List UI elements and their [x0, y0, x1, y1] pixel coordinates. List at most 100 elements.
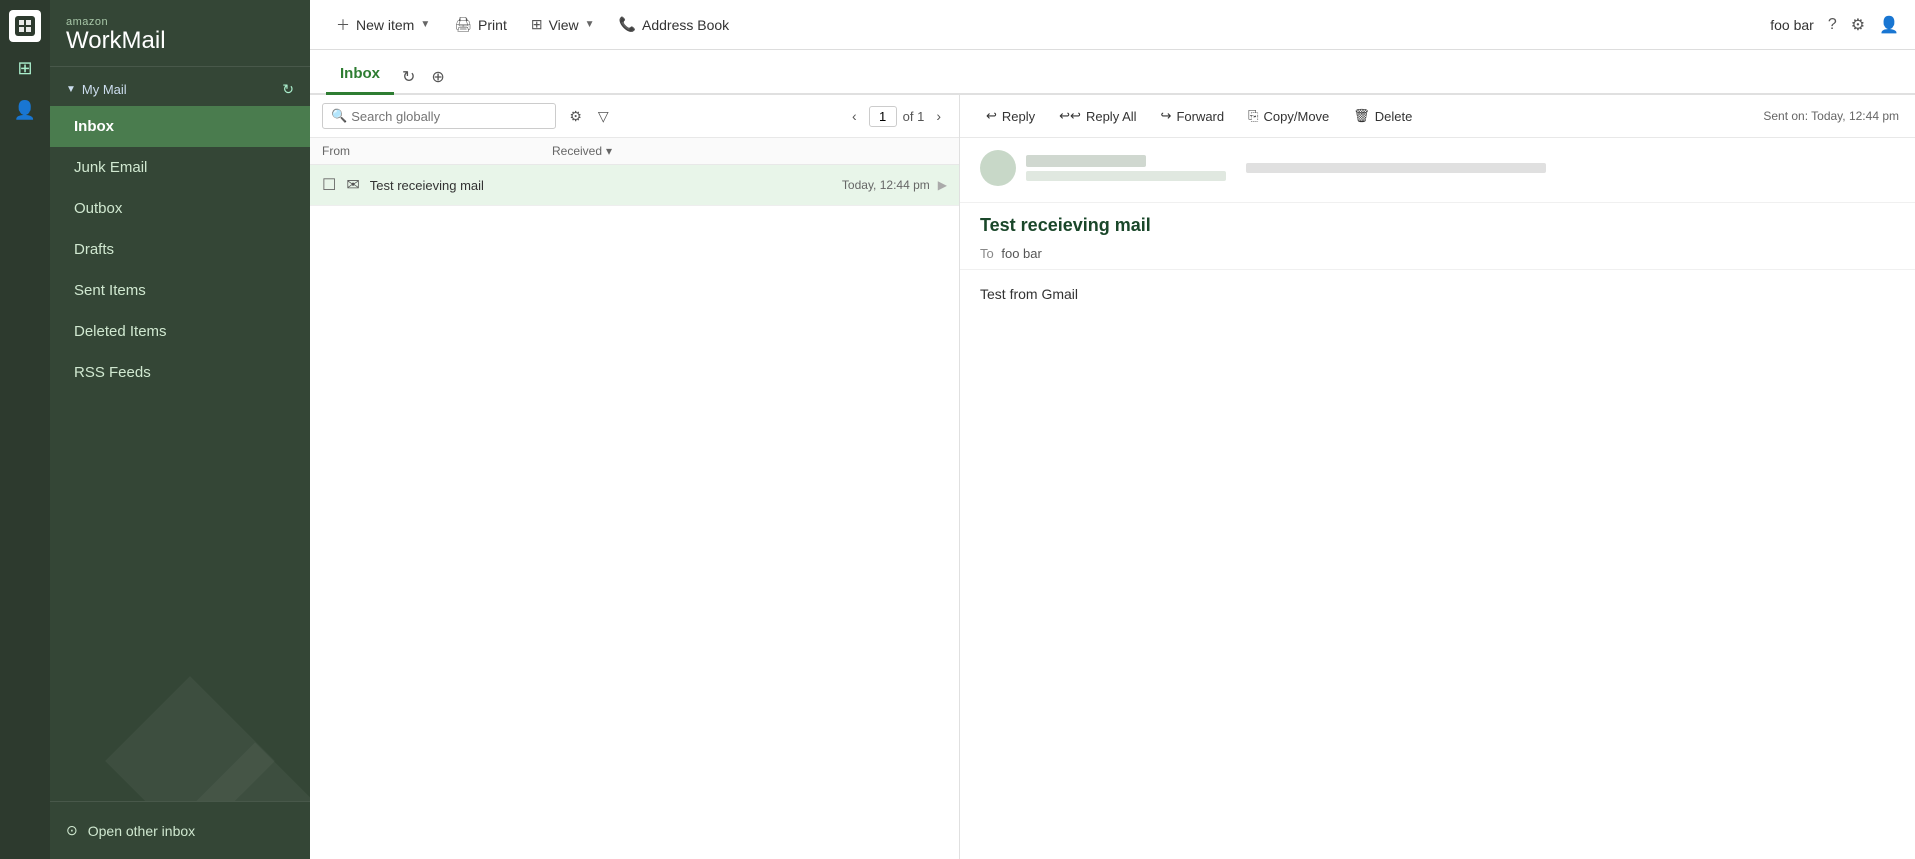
print-button[interactable]: 🖨 Print [444, 10, 517, 39]
next-page-button[interactable]: › [930, 106, 947, 126]
username-label: foo bar [1770, 17, 1814, 33]
tab-inbox[interactable]: Inbox [326, 55, 394, 95]
forward-button[interactable]: ↪ Forward [1151, 103, 1235, 129]
open-other-inbox[interactable]: ⊙ Open other inbox [66, 818, 294, 843]
help-icon[interactable]: ? [1828, 16, 1837, 34]
email-list-panel: 🔍 ⚙ ▽ ‹ of 1 › [310, 95, 960, 859]
address-book-label: Address Book [642, 17, 729, 33]
filter-settings-icon[interactable]: ⚙ [564, 105, 587, 128]
sidebar-item-deleted[interactable]: Deleted Items [50, 311, 310, 352]
sidebar-item-drafts[interactable]: Drafts [50, 229, 310, 270]
page-total: of 1 [903, 109, 925, 124]
decorative-pattern [50, 641, 310, 801]
preview-to: To foo bar [960, 242, 1915, 270]
settings-icon[interactable]: ⚙ [1851, 15, 1865, 35]
from-header: From [322, 144, 552, 158]
sender-email-blurred [1026, 171, 1226, 181]
new-item-label: New item [356, 17, 414, 33]
brand-workmail: WorkMail [66, 28, 294, 54]
email-checkbox[interactable]: ☐ [322, 175, 336, 195]
email-body: Test from Gmail [960, 270, 1915, 318]
chevron-down-icon: ▼ [66, 84, 76, 95]
list-toolbar: 🔍 ⚙ ▽ ‹ of 1 › [310, 95, 959, 138]
inbox-icon: ⊙ [66, 822, 78, 839]
preview-avatar-row [980, 150, 1546, 186]
refresh-tab-button[interactable]: ↻ [394, 61, 423, 93]
table-row[interactable]: ☐ ✉ Test receieving mail Today, 12:44 pm… [310, 165, 959, 206]
my-mail-label: My Mail [82, 82, 127, 97]
sidebar-item-junk[interactable]: Junk Email [50, 147, 310, 188]
toolbar-user: foo bar ? ⚙ 👤 [1770, 15, 1899, 35]
prev-page-button[interactable]: ‹ [846, 106, 863, 126]
sort-icon: ▾ [606, 144, 612, 158]
reply-all-button[interactable]: ↩↩ Reply All [1049, 103, 1146, 129]
preview-sent-date: Sent on: Today, 12:44 pm [1763, 109, 1899, 123]
sidebar-footer: ⊙ Open other inbox [50, 801, 310, 859]
view-icon: ⊞ [531, 16, 543, 33]
open-other-inbox-label: Open other inbox [88, 823, 195, 839]
to-value: foo bar [1001, 246, 1041, 261]
sender-name-blurred [1026, 155, 1146, 167]
view-dropdown-icon: ▼ [585, 19, 595, 30]
preview-header [960, 138, 1915, 203]
filter-icon[interactable]: ▽ [593, 105, 614, 128]
forward-indicator-icon: ▶ [938, 178, 947, 192]
content-area: Inbox ↻ ⊕ 🔍 ⚙ ▽ [310, 50, 1915, 859]
email-from: Test receieving mail [370, 178, 570, 193]
app-logo [9, 10, 41, 42]
received-header[interactable]: Received ▾ [552, 144, 947, 158]
search-input[interactable] [351, 109, 547, 124]
view-label: View [549, 17, 579, 33]
sidebar-nav: Inbox Junk Email Outbox Drafts Sent Item… [50, 106, 310, 641]
add-tab-button[interactable]: ⊕ [423, 61, 452, 93]
toolbar: ＋ New item ▼ 🖨 Print ⊞ View ▼ 📞 Address … [310, 0, 1915, 50]
page-input[interactable] [869, 106, 897, 127]
copy-move-button[interactable]: ⎘ Copy/Move [1238, 103, 1339, 129]
email-date: Today, 12:44 pm [842, 178, 930, 192]
email-area: 🔍 ⚙ ▽ ‹ of 1 › [310, 95, 1915, 859]
email-subject: Test receieving mail [960, 203, 1915, 242]
reply-all-icon: ↩↩ [1059, 108, 1081, 124]
my-mail-left: ▼ My Mail [66, 82, 127, 97]
delete-button[interactable]: 🗑 Delete [1343, 103, 1422, 129]
sidebar-item-sent[interactable]: Sent Items [50, 270, 310, 311]
search-icon: 🔍 [331, 108, 347, 124]
main-area: ＋ New item ▼ 🖨 Print ⊞ View ▼ 📞 Address … [310, 0, 1915, 859]
tab-bar: Inbox ↻ ⊕ [310, 50, 1915, 95]
sidebar-item-inbox[interactable]: Inbox [50, 106, 310, 147]
icon-rail: ⊞ 👤 [0, 0, 50, 859]
reply-button[interactable]: ↩ Reply [976, 103, 1045, 129]
preview-actions: ↩ Reply ↩↩ Reply All ↪ Forward ⎘ Copy/Mo… [960, 95, 1915, 138]
plus-icon: ＋ [336, 15, 350, 35]
delete-icon: 🗑 [1353, 108, 1370, 124]
address-book-icon: 📞 [619, 16, 636, 33]
pagination: ‹ of 1 › [846, 106, 947, 127]
new-item-button[interactable]: ＋ New item ▼ [326, 9, 440, 41]
grid-icon[interactable]: ⊞ [9, 52, 41, 84]
to-label: To [980, 246, 994, 261]
email-preview-panel: ↩ Reply ↩↩ Reply All ↪ Forward ⎘ Copy/Mo… [960, 95, 1915, 859]
my-mail-header: ▼ My Mail ↻ [50, 67, 310, 106]
extra-info-blurred [1246, 163, 1546, 173]
copy-move-icon: ⎘ [1248, 108, 1258, 124]
forward-icon: ↪ [1161, 108, 1172, 124]
brand: amazon WorkMail [50, 0, 310, 67]
inbox-tab-label: Inbox [340, 65, 380, 82]
sidebar: amazon WorkMail ▼ My Mail ↻ Inbox Junk E… [50, 0, 310, 859]
sidebar-item-rss[interactable]: RSS Feeds [50, 352, 310, 393]
contacts-icon[interactable]: 👤 [9, 94, 41, 126]
view-button[interactable]: ⊞ View ▼ [521, 10, 605, 39]
print-icon: 🖨 [454, 16, 472, 33]
email-column-headers: From Received ▾ [310, 138, 959, 165]
reply-icon: ↩ [986, 108, 997, 124]
address-book-button[interactable]: 📞 Address Book [609, 10, 740, 39]
sidebar-item-outbox[interactable]: Outbox [50, 188, 310, 229]
list-toolbar-icons: ⚙ ▽ [564, 105, 613, 128]
search-container: 🔍 [322, 103, 556, 129]
user-profile-icon[interactable]: 👤 [1879, 15, 1899, 35]
new-item-dropdown-icon: ▼ [420, 19, 430, 30]
sender-avatar [980, 150, 1016, 186]
refresh-icon[interactable]: ↻ [282, 81, 294, 98]
email-envelope-icon: ✉ [346, 175, 359, 195]
sender-info [1026, 155, 1226, 181]
